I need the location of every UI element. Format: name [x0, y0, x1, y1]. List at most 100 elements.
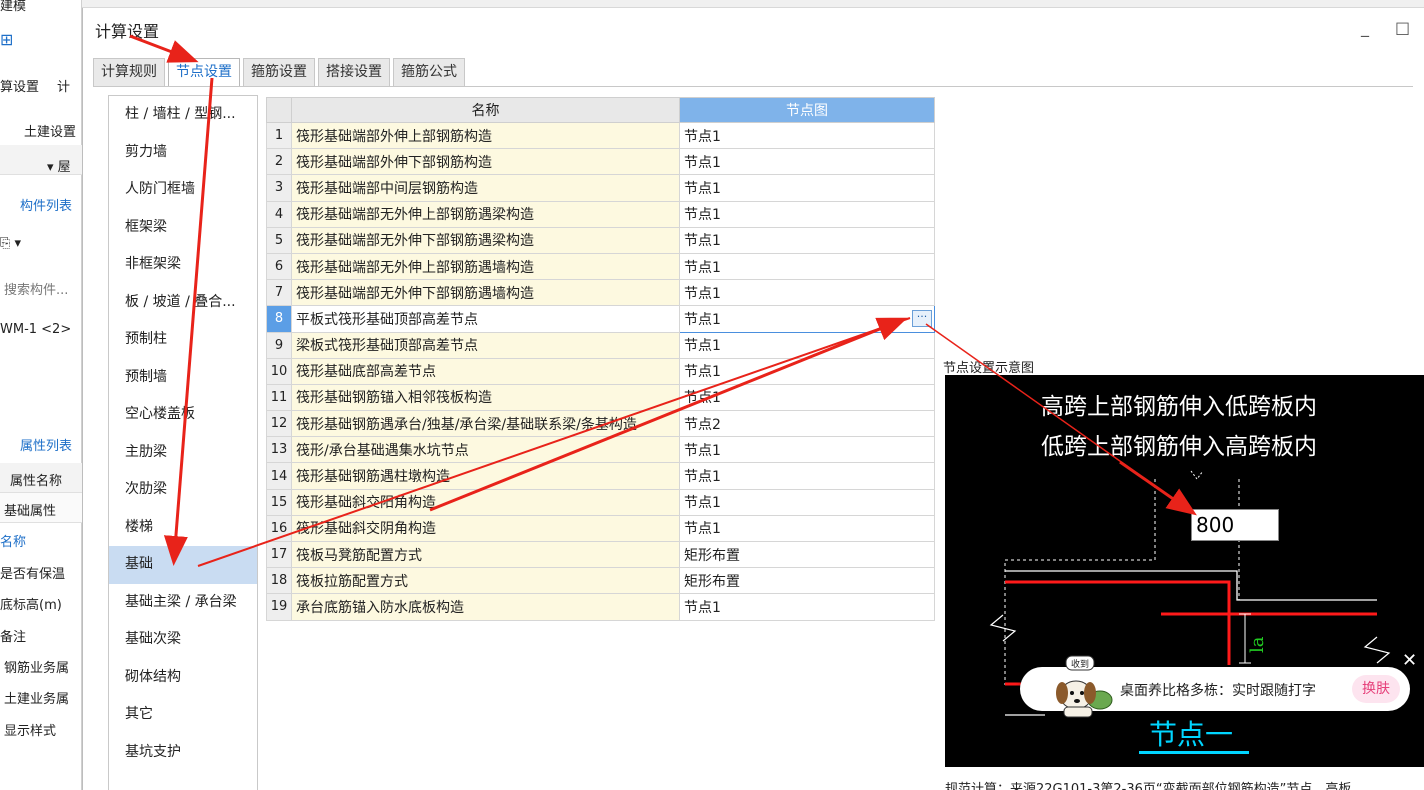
table-row[interactable]: 6 筏形基础端部无外伸上部钢筋遇墙构造 节点1	[266, 252, 935, 281]
table-row[interactable]: 14 筏形基础钢筋遇柱墩构造 节点1	[266, 462, 935, 490]
bg-prop-civil-business[interactable]: 土建业务属	[4, 688, 69, 707]
tab-stirrup-formula[interactable]: 箍筋公式	[393, 58, 465, 86]
diagram-value-input[interactable]: 800	[1191, 509, 1279, 541]
category-item[interactable]: 主肋梁	[109, 434, 257, 472]
bg-component-list[interactable]: 构件列表	[20, 195, 72, 214]
bg-base-properties[interactable]: 基础属性	[4, 500, 56, 519]
table-row[interactable]: 3 筏形基础端部中间层钢筋构造 节点1	[266, 174, 935, 202]
row-node-cell[interactable]: 节点1	[679, 514, 935, 543]
table-row[interactable]: 19 承台底筋锚入防水底板构造 节点1	[266, 593, 935, 621]
bg-calc-settings-label[interactable]: 算设置	[0, 76, 39, 95]
row-number: 2	[266, 148, 292, 176]
tab-lap-settings[interactable]: 搭接设置	[318, 58, 390, 86]
tab-calc-rules[interactable]: 计算规则	[93, 58, 165, 86]
table-row[interactable]: 1 筏形基础端部外伸上部钢筋构造 节点1	[266, 121, 935, 150]
category-item[interactable]: 空心楼盖板	[109, 396, 257, 434]
maximize-button[interactable]: □	[1395, 18, 1410, 37]
category-item[interactable]: 剪力墙	[109, 134, 257, 172]
row-node-cell[interactable]: 节点1	[679, 279, 935, 307]
table-row[interactable]: 18 筏板拉筋配置方式 矩形布置	[266, 567, 935, 595]
bg-prop-display-style[interactable]: 显示样式	[4, 720, 56, 739]
row-node-cell[interactable]: 矩形布置	[679, 567, 935, 595]
row-number: 14	[266, 462, 292, 490]
node-picker-button[interactable]: ···	[912, 310, 932, 328]
table-row[interactable]: 5 筏形基础端部无外伸下部钢筋遇梁构造 节点1	[266, 226, 935, 254]
category-item[interactable]: 基础主梁 / 承台梁	[109, 584, 257, 622]
row-node-value: 节点1	[684, 521, 721, 538]
table-row[interactable]: 15 筏形基础斜交阳角构造 节点1	[266, 488, 935, 516]
row-number: 5	[266, 226, 292, 254]
row-node-cell[interactable]: 节点1	[679, 121, 935, 150]
row-node-cell[interactable]: 节点1	[679, 226, 935, 254]
popup-close-icon[interactable]: ✕	[1402, 650, 1417, 671]
background-app-panel: 建模 ⊞ 算设置 计 土建设置 ▾ 屋 构件列表 ⎘ ▾ 搜索构件... WM-…	[0, 0, 82, 790]
table-row[interactable]: 13 筏形/承台基础遇集水坑节点 节点1	[266, 436, 935, 464]
calc-settings-icon[interactable]: ⊞	[0, 30, 13, 49]
grid-header-node[interactable]: 节点图	[679, 97, 935, 123]
category-item[interactable]: 基础	[109, 546, 257, 584]
row-node-cell[interactable]: 节点1	[679, 357, 935, 385]
row-node-cell[interactable]: 节点1	[679, 383, 935, 412]
row-node-cell[interactable]: 节点2	[679, 410, 935, 438]
row-node-value: 节点1	[684, 207, 721, 224]
category-item[interactable]: 柱 / 墙柱 / 型钢...	[109, 96, 257, 134]
bg-menu-fragment[interactable]: 建模	[0, 0, 26, 14]
row-node-cell[interactable]: 节点1 ···	[679, 305, 935, 333]
category-item[interactable]: 基础次梁	[109, 621, 257, 659]
category-item[interactable]: 基坑支护	[109, 734, 257, 772]
row-node-cell[interactable]: 节点1	[679, 331, 935, 359]
category-item[interactable]: 预制柱	[109, 321, 257, 359]
category-item[interactable]: 框架梁	[109, 209, 257, 247]
row-node-value: 节点1	[684, 311, 721, 328]
bg-calc-label[interactable]: 计	[57, 76, 70, 95]
tab-node-settings[interactable]: 节点设置	[168, 58, 240, 87]
row-node-cell[interactable]: 节点1	[679, 148, 935, 176]
category-item[interactable]: 板 / 坡道 / 叠合...	[109, 284, 257, 322]
row-node-cell[interactable]: 节点1	[679, 174, 935, 202]
change-skin-button[interactable]: 换肤	[1352, 675, 1400, 703]
popup-text: 桌面养比格多栋：实时跟随打字	[1120, 683, 1316, 699]
diagram-high-slab-edge	[1005, 570, 1377, 601]
table-row[interactable]: 10 筏形基础底部高差节点 节点1	[266, 357, 935, 385]
bg-property-list[interactable]: 属性列表	[20, 435, 72, 454]
category-item[interactable]: 次肋梁	[109, 471, 257, 509]
row-name: 平板式筏形基础顶部高差节点	[291, 305, 680, 333]
row-node-cell[interactable]: 节点1	[679, 200, 935, 228]
bg-civil-settings[interactable]: 土建设置	[24, 121, 76, 140]
row-node-cell[interactable]: 矩形布置	[679, 540, 935, 569]
table-row[interactable]: 9 梁板式筏形基础顶部高差节点 节点1	[266, 331, 935, 359]
row-node-cell[interactable]: 节点1	[679, 593, 935, 621]
tab-stirrup-settings[interactable]: 箍筋设置	[243, 58, 315, 86]
minimize-button[interactable]: _	[1361, 18, 1369, 37]
table-row[interactable]: 11 筏形基础钢筋锚入相邻筏板构造 节点1	[266, 383, 935, 412]
category-item[interactable]: 其它	[109, 696, 257, 734]
row-node-cell[interactable]: 节点1	[679, 488, 935, 516]
bg-prop-rebar-business[interactable]: 钢筋业务属	[4, 657, 69, 676]
category-item[interactable]: 砌体结构	[109, 659, 257, 697]
bg-search-component[interactable]: 搜索构件...	[4, 279, 68, 298]
tab-divider	[93, 86, 1413, 87]
table-row[interactable]: 8 平板式筏形基础顶部高差节点 节点1 ···	[266, 305, 935, 333]
bg-floor-selector[interactable]: ▾ 屋	[47, 156, 71, 175]
row-node-cell[interactable]: 节点1	[679, 252, 935, 281]
table-row[interactable]: 16 筏形基础斜交阴角构造 节点1	[266, 514, 935, 543]
table-row[interactable]: 7 筏形基础端部无外伸下部钢筋遇墙构造 节点1	[266, 279, 935, 307]
new-component-icon[interactable]: ⎘ ▾	[0, 236, 21, 251]
category-item[interactable]: 人防门框墙	[109, 171, 257, 209]
table-row[interactable]: 12 筏形基础钢筋遇承台/独基/承台梁/基础联系梁/条基构造 节点2	[266, 410, 935, 438]
row-number: 8	[266, 305, 292, 333]
table-row[interactable]: 4 筏形基础端部无外伸上部钢筋遇梁构造 节点1	[266, 200, 935, 228]
table-row[interactable]: 2 筏形基础端部外伸下部钢筋构造 节点1	[266, 148, 935, 176]
beagle-mascot-icon[interactable]: 收到	[1042, 655, 1114, 721]
row-number: 16	[266, 514, 292, 543]
category-item[interactable]: 非框架梁	[109, 246, 257, 284]
row-node-cell[interactable]: 节点1	[679, 436, 935, 464]
table-row[interactable]: 17 筏板马凳筋配置方式 矩形布置	[266, 540, 935, 569]
category-item[interactable]: 预制墙	[109, 359, 257, 397]
category-item[interactable]: 楼梯	[109, 509, 257, 547]
row-name: 筏形基础钢筋锚入相邻筏板构造	[291, 383, 680, 412]
grid-header: 名称 节点图	[266, 97, 935, 123]
row-name: 承台底筋锚入防水底板构造	[291, 593, 680, 621]
bg-component-item[interactable]: WM-1 <2>	[0, 322, 71, 337]
row-node-cell[interactable]: 节点1	[679, 462, 935, 490]
